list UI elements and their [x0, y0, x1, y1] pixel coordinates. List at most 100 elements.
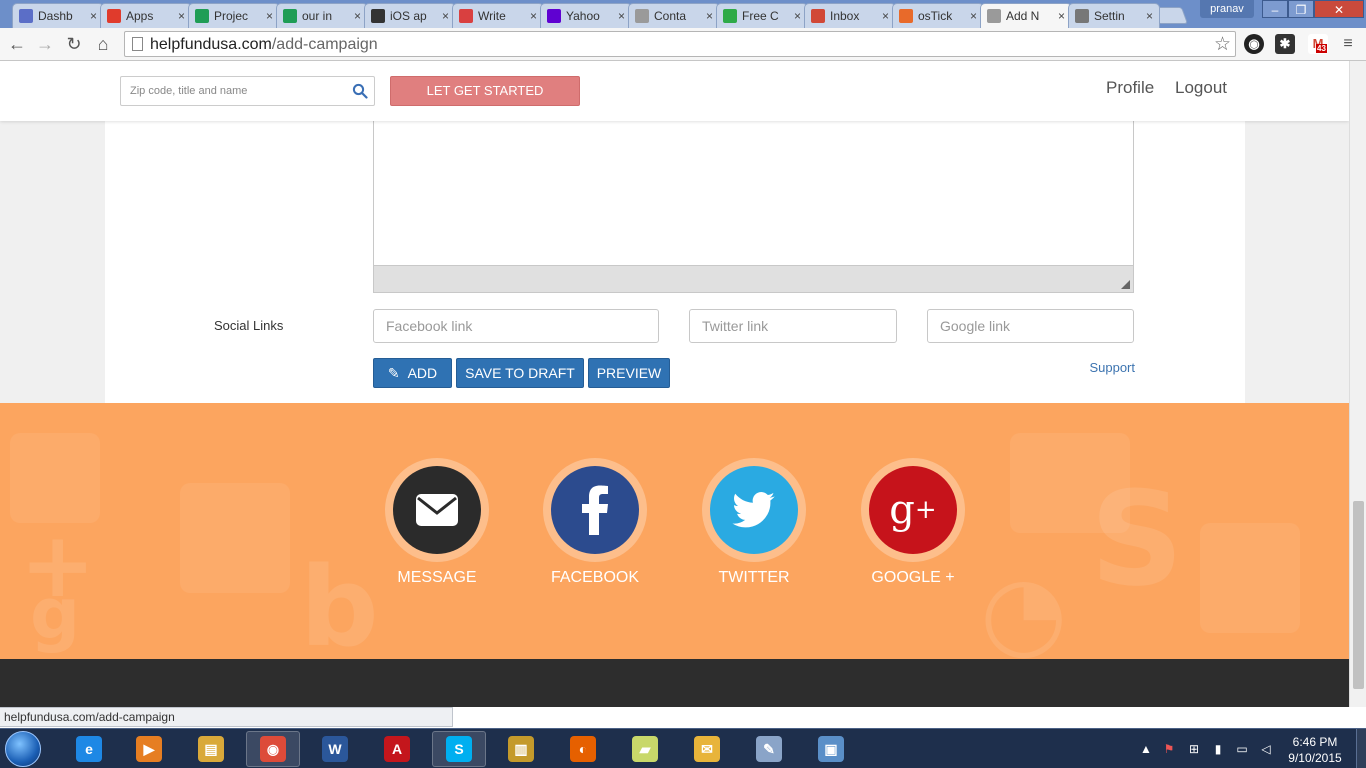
close-tab-icon[interactable]: × — [90, 9, 97, 23]
taskbar-archive[interactable]: ▥ — [494, 731, 548, 767]
action-center-flag-icon[interactable]: ⚑ — [1162, 742, 1176, 756]
windows-taskbar: e ▶ ▤ ◉ W A S ▥ ◐ ▰ ✉ ✎ ▣ ▲ ⚑ ⊞ ▮ ▭ ◁ 6:46 PM 9/10/2… — [0, 728, 1366, 768]
scrollbar-thumb[interactable] — [1353, 501, 1364, 689]
close-tab-icon[interactable]: × — [442, 9, 449, 23]
twitter-link-input[interactable] — [689, 309, 897, 343]
save-to-draft-button[interactable]: SAVE TO DRAFT — [456, 358, 584, 388]
outlook-icon: ✉ — [694, 736, 720, 762]
taskbar-paint[interactable]: ✎ — [742, 731, 796, 767]
google-plus-icon[interactable]: g+ — [869, 466, 957, 554]
google-link-input[interactable] — [927, 309, 1134, 343]
close-tab-icon[interactable]: × — [1146, 9, 1153, 23]
close-tab-icon[interactable]: × — [882, 9, 889, 23]
decor-s-glyph: S — [1090, 463, 1184, 615]
tray-expand-icon[interactable]: ▲ — [1139, 742, 1153, 756]
word-icon: W — [322, 736, 348, 762]
close-tab-icon[interactable]: × — [618, 9, 625, 23]
start-button-icon[interactable] — [5, 731, 41, 767]
tab-title: Write — [478, 9, 506, 23]
browser-user-badge[interactable]: pranav — [1200, 0, 1254, 18]
device-tray-icon[interactable]: ▮ — [1211, 742, 1225, 756]
browser-tab[interactable]: osTick × — [892, 3, 984, 28]
browser-tab[interactable]: Conta × — [628, 3, 720, 28]
social-ring: g+ — [861, 458, 965, 562]
bookmark-star-icon[interactable]: ☆ — [1214, 33, 1231, 56]
taskbar-acrobat[interactable]: A — [370, 731, 424, 767]
taskbar-skype[interactable]: S — [432, 731, 486, 767]
facebook-link-input[interactable] — [373, 309, 659, 343]
browser-tab[interactable]: Yahoo × — [540, 3, 632, 28]
search-input[interactable] — [121, 77, 346, 105]
social-message-link[interactable]: MESSAGE — [357, 458, 517, 587]
back-arrow-icon[interactable]: ← — [6, 33, 28, 55]
browser-tab[interactable]: Add N × — [980, 3, 1072, 28]
browser-tab[interactable]: Apps × — [100, 3, 192, 28]
close-tab-icon[interactable]: × — [354, 9, 361, 23]
taskbar-screen-viewer[interactable]: ▣ — [804, 731, 858, 767]
taskbar-media-player[interactable]: ▶ — [122, 731, 176, 767]
browser-tab[interactable]: Free C × — [716, 3, 808, 28]
browser-tab[interactable]: Projec × — [188, 3, 280, 28]
tab-title: Add N — [1006, 9, 1040, 23]
tnw-icon — [107, 9, 121, 23]
page-scrollbar[interactable] — [1349, 61, 1366, 707]
decor-tile — [1200, 523, 1300, 633]
chrome-menu-icon[interactable]: ≡ — [1338, 34, 1358, 54]
close-tab-icon[interactable]: × — [970, 9, 977, 23]
maximize-button[interactable]: ❐ — [1288, 0, 1314, 18]
close-tab-icon[interactable]: × — [266, 9, 273, 23]
taskbar-clock[interactable]: 6:46 PM 9/10/2015 — [1280, 734, 1350, 766]
forward-arrow-icon[interactable]: → — [34, 33, 56, 55]
network-icon[interactable]: ▭ — [1235, 742, 1249, 756]
taskbar-word[interactable]: W — [308, 731, 362, 767]
taskbar-sticky-notes[interactable]: ▰ — [618, 731, 672, 767]
resize-grip-icon[interactable] — [1121, 280, 1130, 289]
close-tab-icon[interactable]: × — [706, 9, 713, 23]
twitter-icon[interactable] — [710, 466, 798, 554]
profile-link[interactable]: Profile — [1106, 78, 1154, 98]
logout-link[interactable]: Logout — [1175, 78, 1227, 98]
description-editor[interactable] — [373, 121, 1134, 293]
home-icon[interactable]: ⌂ — [92, 33, 114, 55]
support-link[interactable]: Support — [1089, 360, 1135, 375]
get-started-button[interactable]: LET GET STARTED — [390, 76, 580, 106]
browser-tab[interactable]: Settin × — [1068, 3, 1160, 28]
search-icon[interactable] — [352, 83, 368, 99]
volume-muted-icon[interactable]: ◁ — [1259, 742, 1273, 756]
social-twitter-link[interactable]: TWITTER — [674, 458, 834, 587]
tab-title: our in — [302, 9, 333, 23]
browser-tab[interactable]: Write × — [452, 3, 544, 28]
add-button[interactable]: ✎ ADD — [373, 358, 452, 388]
show-desktop-button[interactable] — [1356, 729, 1366, 768]
close-tab-icon[interactable]: × — [178, 9, 185, 23]
social-facebook-link[interactable]: FACEBOOK — [515, 458, 675, 587]
puzzle-extension-icon[interactable]: ✱ — [1275, 34, 1295, 54]
tab-title: osTick — [918, 9, 953, 23]
facebook-icon[interactable] — [551, 466, 639, 554]
close-button[interactable]: ✕ — [1314, 0, 1364, 18]
close-tab-icon[interactable]: × — [530, 9, 537, 23]
address-bar[interactable]: helpfundusa.com/add-campaign ☆ — [124, 31, 1236, 57]
windows-logo-tray-icon[interactable]: ⊞ — [1187, 742, 1201, 756]
taskbar-outlook[interactable]: ✉ — [680, 731, 734, 767]
taskbar-chrome[interactable]: ◉ — [246, 731, 300, 767]
taskbar-internet-explorer[interactable]: e — [62, 731, 116, 767]
gmail-checker-icon[interactable]: M43 — [1308, 34, 1328, 54]
preview-button[interactable]: PREVIEW — [588, 358, 670, 388]
taskbar-file-explorer[interactable]: ▤ — [184, 731, 238, 767]
browser-tab[interactable]: iOS ap × — [364, 3, 456, 28]
taskbar-firefox[interactable]: ◐ — [556, 731, 610, 767]
reload-icon[interactable]: ↻ — [63, 33, 85, 55]
browser-tab[interactable]: Inbox × — [804, 3, 896, 28]
minimize-button[interactable]: – — [1262, 0, 1288, 18]
browser-tab[interactable]: our in × — [276, 3, 368, 28]
close-tab-icon[interactable]: × — [794, 9, 801, 23]
color-wheel-extension-icon[interactable]: ◉ — [1244, 34, 1264, 54]
social-google-link[interactable]: g+ GOOGLE + — [833, 458, 993, 587]
gmail-count-badge: 43 — [1316, 44, 1327, 53]
doc-icon — [987, 9, 1001, 23]
close-tab-icon[interactable]: × — [1058, 9, 1065, 23]
browser-tab[interactable]: Dashb × — [12, 3, 104, 28]
clock-date: 9/10/2015 — [1288, 751, 1342, 765]
envelope-icon[interactable] — [393, 466, 481, 554]
